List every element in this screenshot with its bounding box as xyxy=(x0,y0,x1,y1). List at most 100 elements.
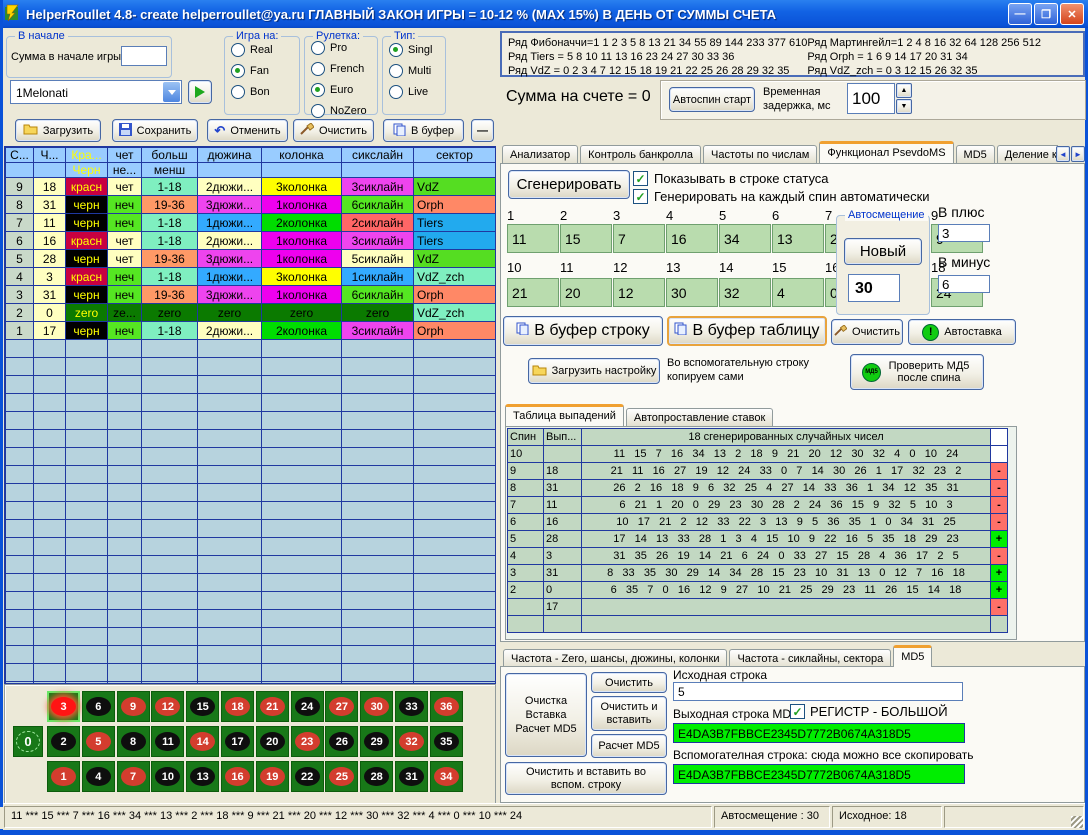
tab-2[interactable]: Контроль банкролла xyxy=(580,145,701,163)
tab-1[interactable]: Анализатор xyxy=(502,145,578,163)
radio-icon[interactable] xyxy=(311,104,325,118)
radio-option-nozero[interactable]: NoZero xyxy=(311,102,377,119)
radio-icon[interactable] xyxy=(231,85,245,99)
load-button[interactable]: Загрузить xyxy=(15,119,101,142)
md5-source-input[interactable]: 5 xyxy=(673,682,963,701)
board-number-13[interactable]: 13 xyxy=(186,761,219,792)
board-number-4[interactable]: 4 xyxy=(82,761,115,792)
save-button[interactable]: Сохранить xyxy=(112,119,198,142)
minimize-button[interactable]: — xyxy=(1008,3,1032,25)
board-number-22[interactable]: 22 xyxy=(291,761,324,792)
minus-input[interactable] xyxy=(938,275,990,293)
show-status-checkbox[interactable]: ✓ Показывать в строке статуса xyxy=(633,171,829,186)
radio-icon[interactable] xyxy=(389,43,403,57)
radio-icon[interactable] xyxy=(389,64,403,78)
board-number-23[interactable]: 23 xyxy=(291,726,324,757)
board-number-18[interactable]: 18 xyxy=(221,691,254,722)
load-settings-button[interactable]: Загрузить настройку xyxy=(528,358,660,384)
board-number-8[interactable]: 8 xyxy=(117,726,150,757)
board-number-19[interactable]: 19 xyxy=(256,761,289,792)
bottom-tab-3[interactable]: MD5 xyxy=(893,645,932,667)
board-number-29[interactable]: 29 xyxy=(360,726,393,757)
radio-option-live[interactable]: Live xyxy=(389,83,445,100)
autospin-start-button[interactable]: Автоспин старт xyxy=(669,87,755,112)
tab-3[interactable]: Частоты по числам xyxy=(703,145,817,163)
board-number-15[interactable]: 15 xyxy=(186,691,219,722)
board-number-36[interactable]: 36 xyxy=(430,691,463,722)
generate-button[interactable]: Сгенерировать xyxy=(508,170,630,199)
radio-icon[interactable] xyxy=(311,83,325,97)
buffer-row-button[interactable]: В буфер строку xyxy=(503,316,663,346)
resize-grip[interactable] xyxy=(1071,816,1083,828)
board-number-32[interactable]: 32 xyxy=(395,726,428,757)
board-number-24[interactable]: 24 xyxy=(291,691,324,722)
board-number-34[interactable]: 34 xyxy=(430,761,463,792)
md5-calc-button[interactable]: Расчет MD5 xyxy=(591,734,667,758)
buffer-table-button[interactable]: В буфер таблицу xyxy=(667,316,827,346)
board-number-21[interactable]: 21 xyxy=(256,691,289,722)
md5-case-checkbox[interactable]: ✓ РЕГИСТР - БОЛЬШОЙ xyxy=(790,704,948,719)
radio-option-fan[interactable]: Fan xyxy=(231,62,299,79)
maximize-button[interactable]: ❐ xyxy=(1034,3,1058,25)
md5-clear-insert-button[interactable]: Очистить и вставить xyxy=(591,696,667,731)
board-number-9[interactable]: 9 xyxy=(117,691,150,722)
board-number-17[interactable]: 17 xyxy=(221,726,254,757)
tab-6[interactable]: Деление ко xyxy=(997,145,1058,163)
autoshift-value[interactable]: 30 xyxy=(848,274,900,302)
collapse-button[interactable]: — xyxy=(471,119,494,142)
board-number-12[interactable]: 12 xyxy=(151,691,184,722)
subtab-1[interactable]: Таблица выпадений xyxy=(505,404,624,426)
radio-icon[interactable] xyxy=(231,64,245,78)
radio-icon[interactable] xyxy=(231,43,245,57)
run-preset-button[interactable] xyxy=(188,80,212,104)
md5-clear-insert-aux-button[interactable]: Очистить и вставить во вспом. строку xyxy=(505,762,667,795)
radio-icon[interactable] xyxy=(389,85,403,99)
plus-input[interactable] xyxy=(938,224,990,242)
radio-option-french[interactable]: French xyxy=(311,60,377,77)
board-number-2[interactable]: 2 xyxy=(47,726,80,757)
radio-option-multi[interactable]: Multi xyxy=(389,62,445,79)
board-number-14[interactable]: 14 xyxy=(186,726,219,757)
check-md5-button[interactable]: МД5 Проверить МД5 после спина xyxy=(850,354,984,390)
board-number-11[interactable]: 11 xyxy=(151,726,184,757)
radio-icon[interactable] xyxy=(311,62,325,76)
delay-value[interactable]: 100 xyxy=(847,83,895,114)
board-number-7[interactable]: 7 xyxy=(117,761,150,792)
delay-spinner[interactable]: ▲ ▼ xyxy=(896,83,912,114)
tab-5[interactable]: MD5 xyxy=(956,145,995,163)
board-number-3[interactable]: 3 xyxy=(47,691,80,722)
spinner-down-icon[interactable]: ▼ xyxy=(896,99,912,114)
start-sum-input[interactable] xyxy=(121,46,167,66)
bottom-tab-2[interactable]: Частота - сиклайны, сектора xyxy=(729,649,891,667)
board-number-26[interactable]: 26 xyxy=(325,726,358,757)
bottom-tab-1[interactable]: Частота - Zero, шансы, дюжины, колонки xyxy=(503,649,727,667)
md5-big-button[interactable]: Очистка Вставка Расчет MD5 xyxy=(505,673,587,757)
radio-icon[interactable] xyxy=(311,41,325,55)
spinner-up-icon[interactable]: ▲ xyxy=(896,83,912,98)
board-number-33[interactable]: 33 xyxy=(395,691,428,722)
board-number-10[interactable]: 10 xyxy=(151,761,184,792)
board-zero-cell[interactable]: 0 xyxy=(13,726,43,757)
board-number-1[interactable]: 1 xyxy=(47,761,80,792)
new-shift-button[interactable]: Новый xyxy=(844,238,922,265)
board-number-16[interactable]: 16 xyxy=(221,761,254,792)
board-number-35[interactable]: 35 xyxy=(430,726,463,757)
board-number-31[interactable]: 31 xyxy=(395,761,428,792)
board-number-27[interactable]: 27 xyxy=(325,691,358,722)
md5-clear-button[interactable]: Очистить xyxy=(591,672,667,693)
preset-combobox[interactable]: 1Melonati xyxy=(10,80,182,104)
combobox-dropdown-icon[interactable] xyxy=(163,82,180,102)
radio-option-singl[interactable]: Singl xyxy=(389,41,445,58)
tab-scroll-right-icon[interactable]: ► xyxy=(1071,146,1085,162)
auto-generate-checkbox[interactable]: ✓ Генерировать на каждый спин автоматиче… xyxy=(633,189,930,204)
subtab-2[interactable]: Автопроставление ставок xyxy=(626,408,773,426)
close-button[interactable]: ✕ xyxy=(1060,3,1084,25)
autobet-button[interactable]: ! Автоставка xyxy=(908,319,1016,345)
radio-option-bon[interactable]: Bon xyxy=(231,83,299,100)
board-number-25[interactable]: 25 xyxy=(325,761,358,792)
board-number-30[interactable]: 30 xyxy=(360,691,393,722)
tab-scroll-left-icon[interactable]: ◄ xyxy=(1056,146,1070,162)
board-number-6[interactable]: 6 xyxy=(82,691,115,722)
radio-option-real[interactable]: Real xyxy=(231,41,299,58)
board-number-5[interactable]: 5 xyxy=(82,726,115,757)
